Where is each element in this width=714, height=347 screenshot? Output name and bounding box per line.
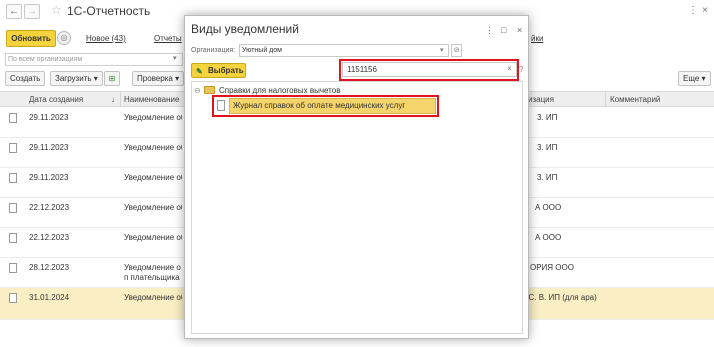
row-name: Уведомление об (124, 113, 182, 122)
tree-item-medical-journal[interactable]: Журнал справок об оплате медицинских усл… (215, 98, 436, 114)
document-icon (9, 113, 17, 123)
select-button[interactable]: ✎ Выбрать (191, 63, 246, 78)
tab-reports[interactable]: Отчеты (154, 34, 182, 43)
row-date: 22.12.2023 (29, 233, 70, 242)
settings-round-button[interactable]: ◎ (57, 31, 71, 45)
window-close-icon[interactable]: × (702, 5, 708, 16)
row-date: 28.12.2023 (29, 263, 70, 272)
back-button[interactable]: ← (6, 4, 22, 19)
back-arrow-icon: ← (9, 6, 19, 17)
row-organization: в С. В. ИП (для ара) (522, 293, 597, 302)
organization-label: Организация: (191, 47, 236, 54)
more-button[interactable]: Еще ▾ (678, 71, 711, 86)
row-name: Уведомление об (124, 203, 182, 212)
row-date: 29.11.2023 (29, 113, 69, 122)
favorite-star-icon[interactable]: ☆ (51, 3, 62, 17)
create-button[interactable]: Создать (5, 71, 46, 86)
tab-settings-partial[interactable]: йки (531, 34, 543, 43)
row-organization: А ООО (535, 203, 562, 212)
excel-export-button[interactable]: ⊞ (104, 71, 120, 86)
document-icon (9, 203, 17, 213)
more-dropdown-icon: ▾ (701, 74, 706, 83)
tree-group-tax-deductions[interactable]: ⊖ Справки для налоговых вычетов (194, 86, 340, 95)
column-header-date[interactable]: Дата создания (29, 95, 83, 104)
document-icon (9, 233, 17, 243)
settings-icon: ◎ (60, 33, 68, 42)
row-organization: ОРИЯ ООО (530, 263, 574, 272)
row-name: Уведомление об (124, 143, 182, 152)
notification-types-tree: ⊖ Справки для налоговых вычетов Журнал сп… (191, 81, 523, 334)
load-dropdown-icon: ▾ (93, 74, 98, 83)
row-name: Уведомление об (124, 233, 182, 242)
notification-types-dialog: Виды уведомлений ⋮ □ × Организация: Уютн… (184, 15, 529, 339)
row-organization: 3. ИП (537, 173, 558, 182)
column-header-comment[interactable]: Комментарий (610, 95, 660, 104)
dialog-title: Виды уведомлений (191, 22, 299, 36)
select-label: Выбрать (208, 66, 244, 75)
row-date: 29.11.2023 (29, 143, 69, 152)
folder-icon (204, 86, 215, 94)
tree-item-label: Журнал справок об оплате медицинских усл… (229, 98, 436, 114)
tree-group-label: Справки для налоговых вычетов (219, 86, 341, 95)
column-header-organization[interactable]: изация (528, 95, 554, 104)
column-header-name[interactable]: Наименование (124, 95, 179, 104)
check-button[interactable]: Проверка ▾ (132, 71, 185, 86)
sort-down-icon[interactable]: ↓ (111, 95, 115, 104)
document-icon (9, 263, 17, 273)
dialog-close-icon[interactable]: × (517, 25, 522, 35)
excel-icon: ⊞ (108, 74, 116, 83)
open-organization-button[interactable]: ⊘ (451, 44, 462, 57)
column-divider (120, 92, 121, 106)
link-icon: ⊘ (453, 47, 460, 54)
row-date: 31.01.2024 (29, 293, 70, 302)
organization-filter-input[interactable]: По всем организациям (5, 53, 183, 66)
refresh-button[interactable]: Обновить (6, 30, 56, 47)
search-input[interactable]: 1151156 (342, 62, 517, 77)
document-icon (9, 143, 17, 153)
help-icon[interactable]: ? (519, 65, 523, 74)
select-icon: ✎ (196, 67, 203, 76)
column-divider (605, 92, 606, 106)
organization-dropdown-icon[interactable]: ▾ (440, 46, 444, 54)
dialog-maximize-icon[interactable]: □ (501, 25, 506, 35)
forward-button[interactable]: → (24, 4, 40, 19)
dialog-menu-icon[interactable]: ⋮ (485, 25, 494, 36)
document-icon (217, 100, 225, 111)
tab-new[interactable]: Новое (43) (86, 34, 126, 43)
load-label: Загрузить (55, 74, 92, 83)
page-title: 1С-Отчетность (67, 4, 151, 18)
row-date: 29.11.2023 (29, 173, 69, 182)
organization-field[interactable]: Уютный дом (239, 44, 449, 57)
row-name: Уведомление об (124, 173, 182, 182)
row-name: Уведомление о п плательщика тор (124, 263, 181, 282)
collapse-icon[interactable]: ⊖ (194, 86, 204, 95)
more-label: Еще (683, 74, 700, 83)
row-name: Уведомление об (124, 293, 182, 302)
row-date: 22.12.2023 (29, 203, 70, 212)
check-dropdown-icon: ▾ (175, 74, 180, 83)
forward-arrow-icon: → (27, 6, 37, 17)
filter-dropdown-icon[interactable]: ▾ (173, 54, 177, 62)
row-organization: А ООО (535, 233, 562, 242)
clear-search-icon[interactable]: × (504, 63, 515, 76)
load-button[interactable]: Загрузить ▾ (50, 71, 103, 86)
check-label: Проверка (137, 74, 173, 83)
row-organization: 3. ИП (537, 143, 558, 152)
window-menu-icon[interactable]: ⋮ (688, 5, 698, 16)
row-organization: 3. ИП (537, 113, 558, 122)
document-icon (9, 293, 17, 303)
document-icon (9, 173, 17, 183)
